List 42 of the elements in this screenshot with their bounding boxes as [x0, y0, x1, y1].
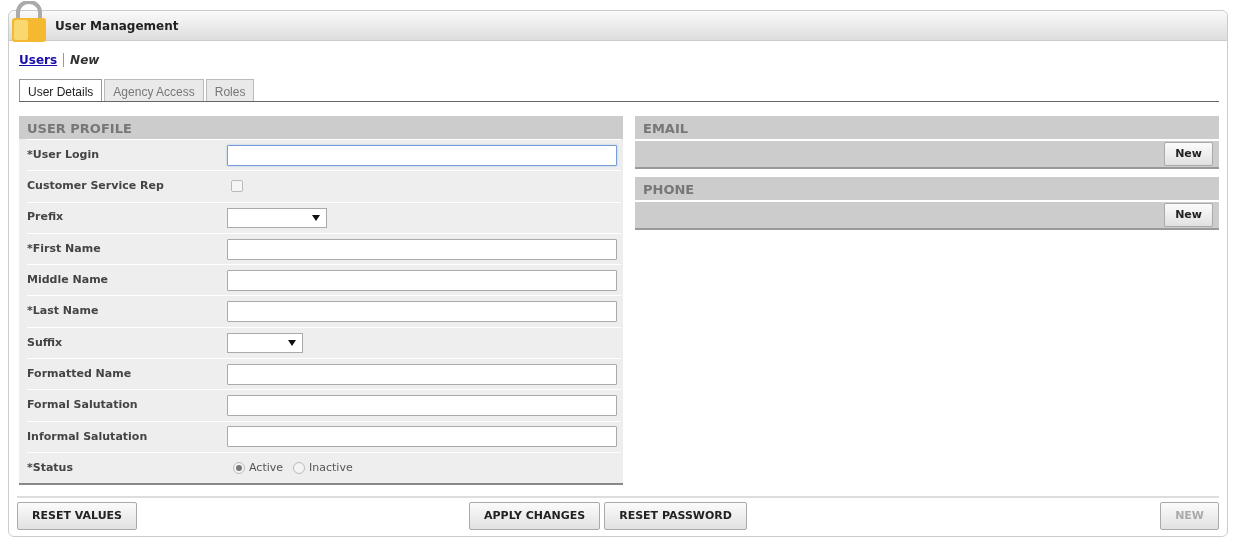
field-label: Informal Salutation: [27, 428, 149, 445]
field-label: Suffix: [27, 334, 64, 351]
new-button[interactable]: New: [1164, 202, 1213, 228]
radio-label: Inactive: [309, 459, 353, 476]
radio-button[interactable]: [233, 462, 245, 475]
tab[interactable]: Roles: [205, 79, 255, 101]
breadcrumb-current: New: [70, 52, 100, 69]
field-label: *First Name: [27, 240, 102, 257]
field-label: Formatted Name: [27, 365, 133, 382]
input-field[interactable]: [227, 144, 617, 166]
radio-label: Active: [249, 459, 284, 476]
field-label: Customer Service Rep: [27, 178, 165, 195]
action-button[interactable]: RESET VALUES: [17, 501, 138, 531]
field-label: Prefix: [27, 209, 65, 226]
input-field[interactable]: [227, 269, 617, 291]
input-field[interactable]: [227, 301, 617, 323]
caret-icon: [312, 214, 320, 221]
section-header: EMAIL: [635, 116, 1219, 139]
input-field[interactable]: [227, 238, 617, 260]
section-header: USER PROFILE: [19, 116, 623, 139]
radio-button[interactable]: [293, 462, 306, 475]
dropdown[interactable]: [227, 207, 327, 228]
checkbox[interactable]: [231, 180, 243, 193]
field-label: *Status: [27, 459, 74, 476]
tab[interactable]: Agency Access: [104, 79, 204, 101]
action-button[interactable]: RESET PASSWORD: [604, 501, 747, 531]
input-field[interactable]: [227, 363, 617, 385]
caret-icon: [288, 339, 296, 346]
new-button[interactable]: New: [1164, 141, 1213, 167]
field-label: Formal Salutation: [27, 397, 139, 414]
field-label: Middle Name: [27, 272, 110, 289]
lock-icon: [10, 1, 48, 43]
input-field[interactable]: [227, 395, 617, 416]
field-label: *User Login: [27, 146, 100, 163]
field-label: *Last Name: [27, 303, 100, 320]
breadcrumb-link[interactable]: Users: [19, 51, 58, 69]
dropdown[interactable]: [227, 332, 303, 353]
tab[interactable]: User Details: [19, 79, 103, 101]
input-field[interactable]: [227, 426, 617, 448]
section-header: PHONE: [635, 177, 1219, 200]
window-title: User Management: [55, 17, 179, 35]
action-button[interactable]: APPLY CHANGES: [469, 501, 601, 531]
